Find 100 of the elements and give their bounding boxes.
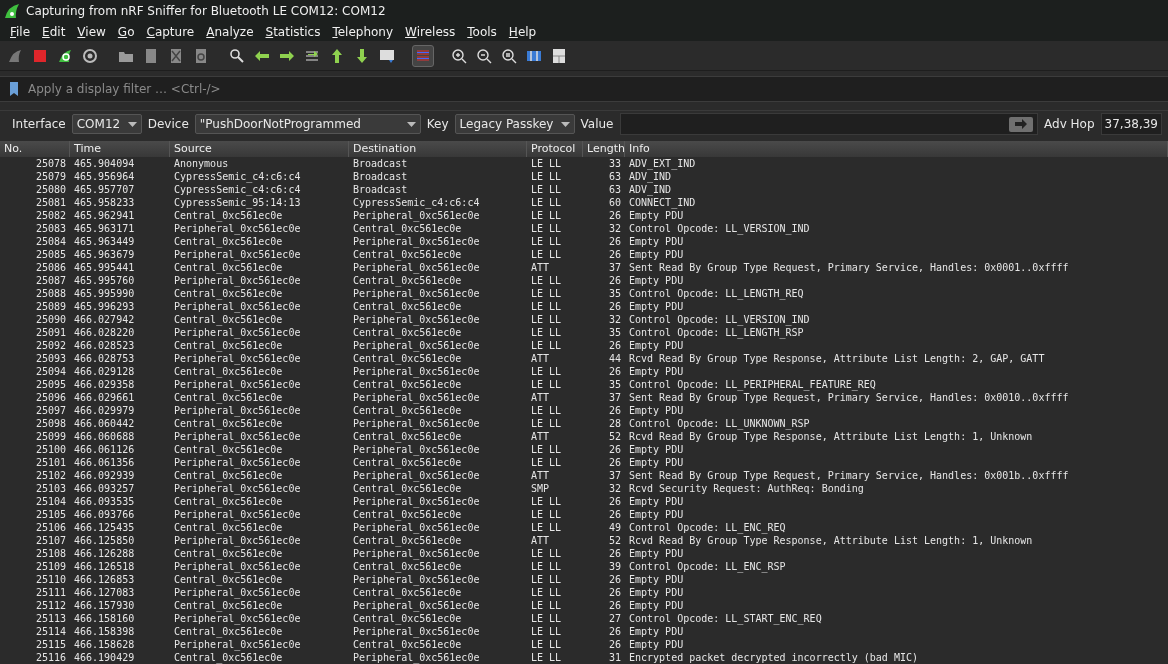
table-cell-text: Central_0xc561ec0e <box>173 547 284 560</box>
table-cell-text: Central_0xc561ec0e <box>352 274 463 287</box>
table-cell-text: 465.956964 <box>73 170 136 183</box>
close-file-icon <box>168 47 184 64</box>
table-cell-text: 466.125850 <box>73 534 136 547</box>
down-arrow-icon <box>354 47 370 64</box>
menu-item[interactable]: Tools <box>461 24 503 39</box>
table-cell-text: 35 <box>607 326 622 339</box>
restart-icon <box>57 47 73 64</box>
table-cell-text: 465.957707 <box>73 183 136 196</box>
table-cell-text: 25083 <box>34 222 67 235</box>
menu-item[interactable]: Edit <box>36 24 72 39</box>
key-dropdown[interactable]: Legacy Passkey <box>454 114 575 135</box>
menu-item[interactable]: Go <box>111 24 141 39</box>
table-cell-text: Peripheral_0xc561ec0e <box>173 586 302 599</box>
table-cell-text: Central_0xc561ec0e <box>173 495 284 508</box>
table-cell-text: LE LL <box>530 313 563 326</box>
table-cell-text: Central_0xc561ec0e <box>352 300 463 313</box>
menu-item[interactable]: File <box>4 24 37 39</box>
table-cell-text: Peripheral_0xc561ec0e <box>173 560 302 573</box>
settings-icon <box>82 47 98 64</box>
table-cell-text: Peripheral_0xc561ec0e <box>352 209 481 222</box>
table-cell-text: ATT <box>530 469 551 482</box>
table-cell-text: Central_0xc561ec0e <box>173 521 284 534</box>
table-cell-text: 465.995441 <box>73 261 136 274</box>
table-cell-text: 26 <box>607 625 622 638</box>
table-cell-text: LE LL <box>530 508 563 521</box>
table-cell-text: Central_0xc561ec0e <box>173 365 284 378</box>
table-cell-text: 26 <box>607 508 622 521</box>
menu-item[interactable]: View <box>71 24 112 39</box>
table-cell-text: 26 <box>607 248 622 261</box>
table-cell-text: 466.158160 <box>73 612 136 625</box>
table-cell-text: Empty PDU <box>628 235 685 248</box>
table-cell-text: Peripheral_0xc561ec0e <box>352 651 481 664</box>
table-cell-text: 25102 <box>34 469 67 482</box>
display-filter-field[interactable]: Apply a display filter … <Ctrl-/> <box>26 78 1168 100</box>
table-cell-text: 26 <box>607 547 622 560</box>
table-cell-text: CypressSemic_c4:c6:c4 <box>352 196 481 209</box>
menu-item[interactable]: Wireless <box>399 24 462 39</box>
menu-item[interactable]: Telephony <box>326 24 400 39</box>
table-cell-text: 25101 <box>34 456 67 469</box>
menu-item[interactable]: Statistics <box>259 24 327 39</box>
table-cell-text: Central_0xc561ec0e <box>173 573 284 586</box>
table-cell-text: 465.995990 <box>73 287 136 300</box>
table-cell-text: 465.904094 <box>73 157 136 170</box>
apply-button[interactable] <box>1009 116 1034 132</box>
table-cell-text: ATT <box>530 261 551 274</box>
caret-icon <box>560 121 570 127</box>
table-cell-text: Peripheral_0xc561ec0e <box>352 469 481 482</box>
adv-hop-field[interactable]: 37,38,39 <box>1100 113 1162 136</box>
table-cell-text: Empty PDU <box>628 209 685 222</box>
colorize-button[interactable] <box>412 44 434 67</box>
display-filter-bar[interactable]: Apply a display filter … <Ctrl-/> <box>0 76 1168 102</box>
table-cell-text: LE LL <box>530 274 563 287</box>
table-cell-text: Central_0xc561ec0e <box>352 404 463 417</box>
table-cell-text: 26 <box>607 573 622 586</box>
interface-dropdown[interactable]: COM12 <box>71 114 142 135</box>
table-cell-text: 32 <box>607 482 622 495</box>
window-title: Capturing from nRF Sniffer for Bluetooth LE COM12: COM12 <box>26 4 386 19</box>
menu-item[interactable]: Capture <box>140 24 201 39</box>
table-cell-text: 26 <box>607 209 622 222</box>
key-label: Key <box>426 117 449 132</box>
table-cell-text: 466.029128 <box>73 365 136 378</box>
table-cell-text: Peripheral_0xc561ec0e <box>352 521 481 534</box>
device-dropdown[interactable]: "PushDoorNotProgrammed <box>194 114 421 135</box>
table-cell-text: 465.995760 <box>73 274 136 287</box>
value-label: Value <box>580 117 614 132</box>
value-field[interactable] <box>619 113 1039 136</box>
table-cell-text: Control Opcode: LL_ENC_RSP <box>628 560 787 573</box>
table-cell-text: Peripheral_0xc561ec0e <box>352 443 481 456</box>
table-cell-text: 26 <box>607 456 622 469</box>
table-cell-text: LE LL <box>530 638 563 651</box>
table-cell-text: Empty PDU <box>628 547 685 560</box>
table-cell-text: 63 <box>607 170 622 183</box>
table-cell-text: Control Opcode: LL_LENGTH_REQ <box>628 287 805 300</box>
table-cell-text: 466.028523 <box>73 339 136 352</box>
zoom-reset-icon <box>501 47 517 64</box>
table-cell-text: 466.126518 <box>73 560 136 573</box>
table-cell-text: Empty PDU <box>628 248 685 261</box>
table-cell-text: Peripheral_0xc561ec0e <box>173 248 302 261</box>
table-cell-text: 466.029358 <box>73 378 136 391</box>
table-cell-text: Control Opcode: LL_VERSION_IND <box>628 313 811 326</box>
menu-item[interactable]: Help <box>502 24 543 39</box>
table-cell-text: 26 <box>607 300 622 313</box>
table-cell-text: Central_0xc561ec0e <box>173 261 284 274</box>
table-cell-text: 465.963449 <box>73 235 136 248</box>
table-cell-text: Anonymous <box>173 157 230 170</box>
table-cell-text: LE LL <box>530 625 563 638</box>
table-cell-text: 32 <box>607 313 622 326</box>
table-cell-text: Central_0xc561ec0e <box>173 651 284 664</box>
table-cell-text: 26 <box>607 599 622 612</box>
menu-item[interactable]: Analyze <box>200 24 260 39</box>
table-cell-text: 25081 <box>34 196 67 209</box>
interface-label: Interface <box>12 117 66 132</box>
table-cell-text: 466.126853 <box>73 573 136 586</box>
table-cell-text: 465.962941 <box>73 209 136 222</box>
table-cell-text: LE LL <box>530 586 563 599</box>
table-cell-text: 25084 <box>34 235 67 248</box>
table-cell-text: Empty PDU <box>628 599 685 612</box>
table-cell-text: Control Opcode: LL_PERIPHERAL_FEATURE_REQ <box>628 378 877 391</box>
